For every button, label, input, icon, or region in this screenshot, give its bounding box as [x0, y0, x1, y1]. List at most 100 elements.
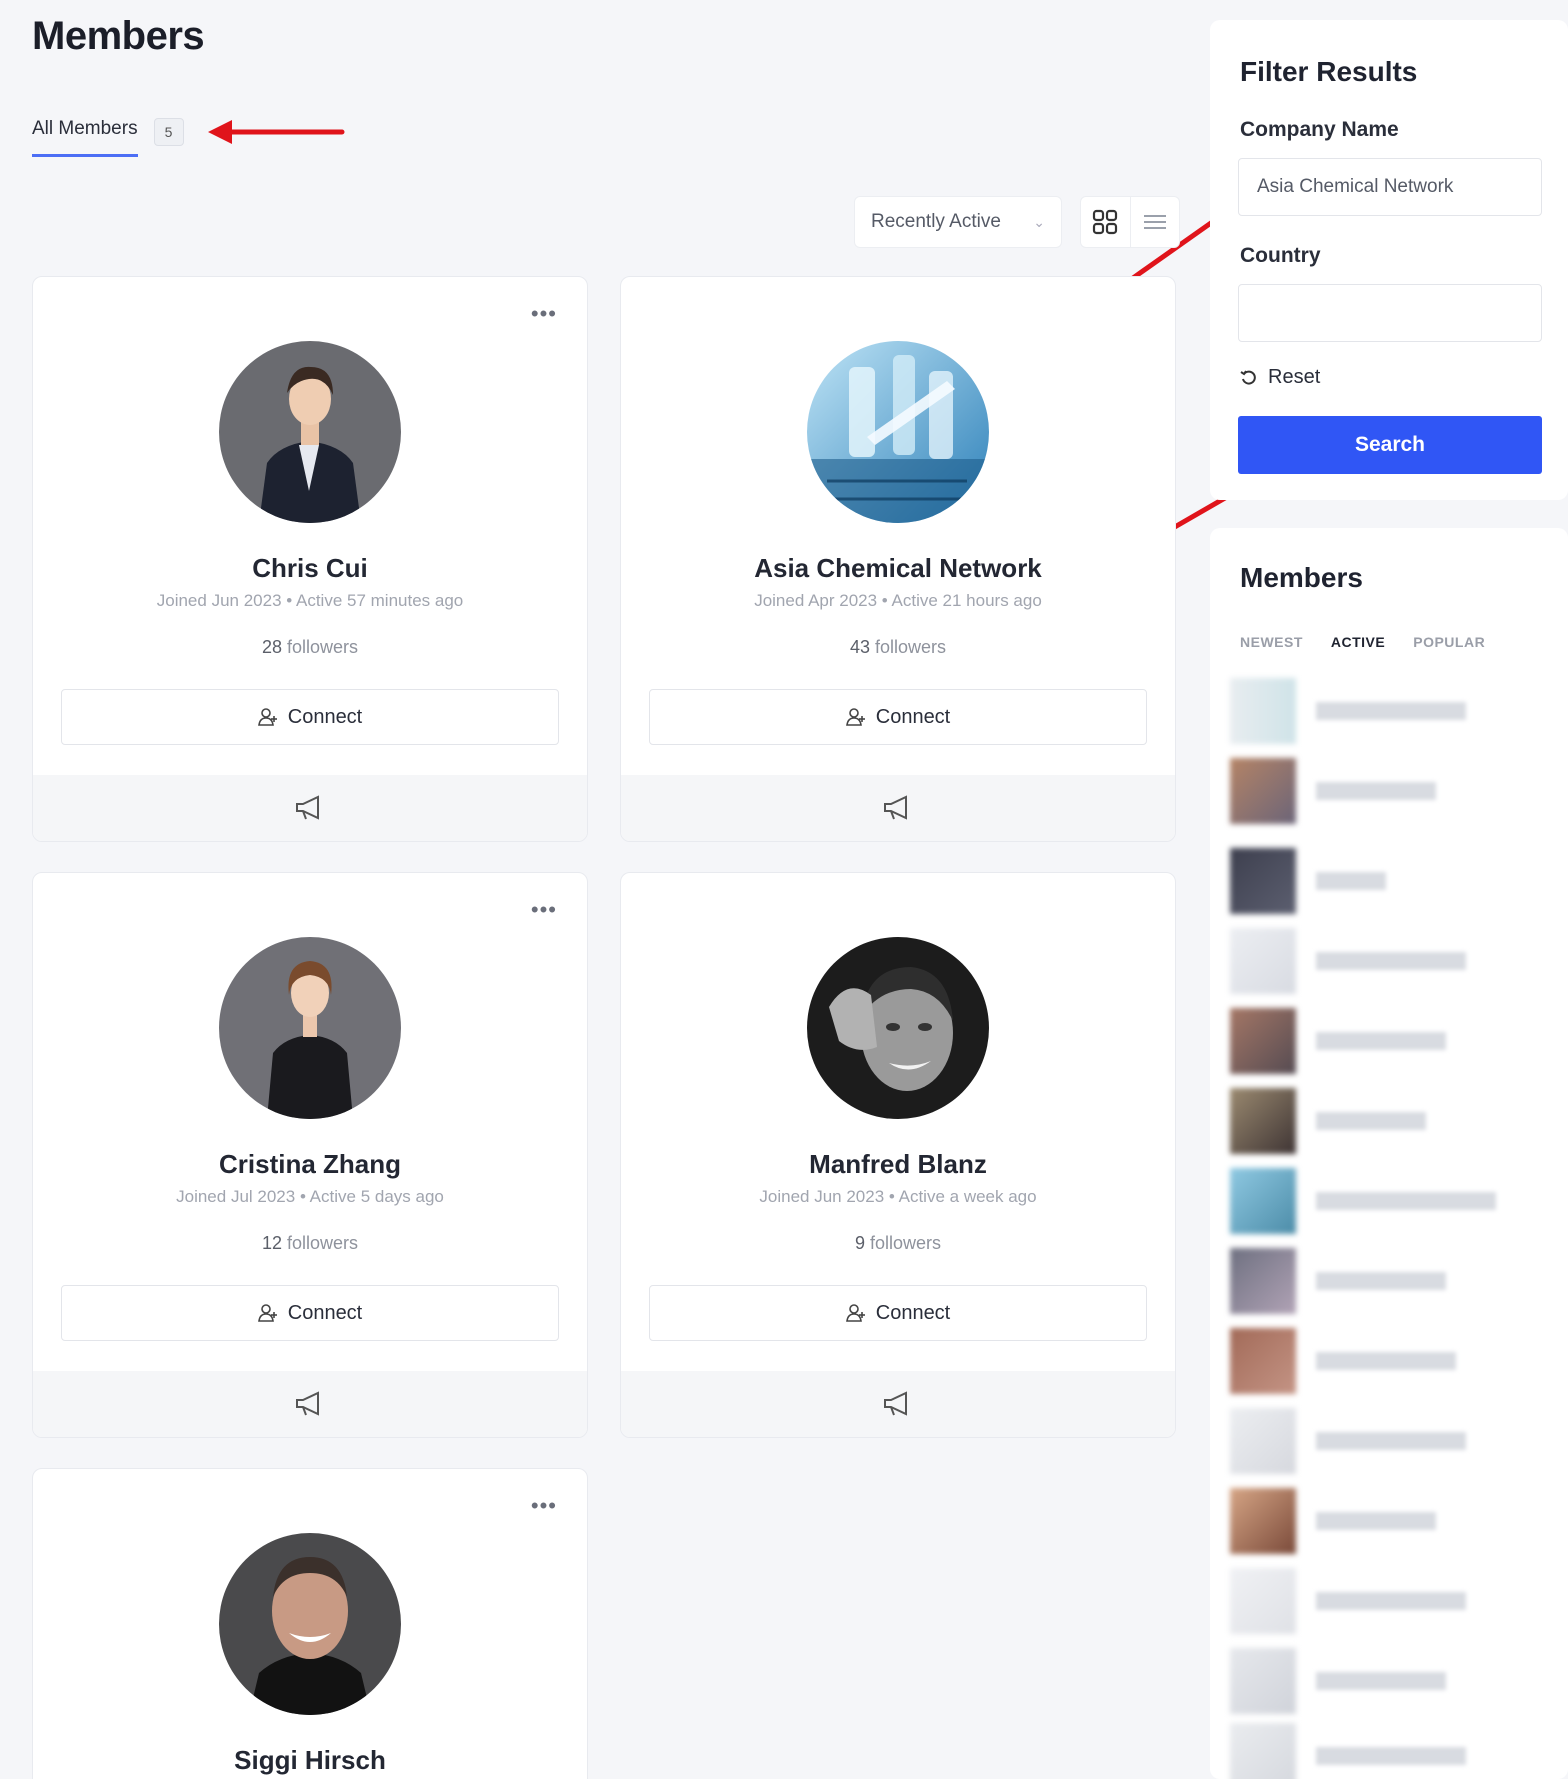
filter-title: Filter Results: [1240, 56, 1418, 87]
member-count-badge: 5: [153, 117, 184, 146]
list-item[interactable]: [1230, 1648, 1446, 1714]
annotation-arrow-count: [208, 120, 345, 144]
chevron-down-icon: ⌄: [1033, 213, 1045, 230]
blurred-text: [1316, 782, 1436, 800]
list-item[interactable]: [1230, 1328, 1456, 1394]
search-button[interactable]: Search: [1238, 416, 1542, 474]
blurred-text: [1316, 1112, 1426, 1130]
more-options-icon[interactable]: •••: [531, 1493, 557, 1519]
avatar: [1230, 1168, 1296, 1234]
connect-button[interactable]: Connect: [649, 1285, 1147, 1341]
megaphone-icon[interactable]: [882, 1390, 914, 1418]
list-item[interactable]: [1230, 1723, 1466, 1779]
member-card: Manfred Blanz Joined Jun 2023 • Active a…: [620, 872, 1176, 1438]
avatar: [1230, 1408, 1296, 1474]
country-input[interactable]: [1238, 284, 1542, 342]
member-name[interactable]: Chris Cui: [33, 553, 587, 584]
member-meta: Joined Apr 2023 • Active 21 hours ago: [754, 591, 1042, 610]
avatar[interactable]: [807, 937, 989, 1119]
list-item[interactable]: [1230, 928, 1466, 994]
member-followers: 9 followers: [621, 1233, 1175, 1254]
followers-count: 9: [854, 1233, 865, 1253]
list-item[interactable]: [1230, 1568, 1466, 1634]
member-meta: Joined Jun 2023 • Active a week ago: [759, 1187, 1037, 1206]
list-item[interactable]: [1230, 1088, 1426, 1154]
connect-label: Connect: [875, 705, 951, 728]
connect-button[interactable]: Connect: [649, 689, 1147, 745]
megaphone-icon[interactable]: [294, 794, 326, 822]
list-item[interactable]: [1230, 678, 1466, 744]
followers-label: followers: [870, 1233, 942, 1253]
company-name-input[interactable]: [1238, 158, 1542, 216]
avatar[interactable]: [219, 341, 401, 523]
avatar: [1230, 928, 1296, 994]
blurred-text: [1316, 1192, 1496, 1210]
sort-select[interactable]: Recently Active ⌄: [854, 196, 1062, 248]
blurred-text: [1316, 1432, 1466, 1450]
avatar: [1230, 1088, 1296, 1154]
blurred-text: [1316, 1272, 1446, 1290]
member-name[interactable]: Siggi Hirsch: [33, 1745, 587, 1776]
blurred-text: [1316, 1592, 1466, 1610]
avatar[interactable]: [219, 937, 401, 1119]
megaphone-icon[interactable]: [882, 794, 914, 822]
member-name[interactable]: Manfred Blanz: [621, 1149, 1175, 1180]
list-item[interactable]: [1230, 1488, 1436, 1554]
avatar: [1230, 1008, 1296, 1074]
card-footer: [33, 1371, 587, 1437]
member-meta: Joined Jul 2023 • Active 5 days ago: [176, 1187, 444, 1206]
member-card: ••• Chris Cui Joined Jun 2023 • Active 5…: [32, 276, 588, 842]
list-item[interactable]: [1230, 1248, 1446, 1314]
tab-all-members[interactable]: All Members: [32, 118, 138, 157]
tab-newest[interactable]: NEWEST: [1240, 634, 1303, 650]
followers-label: followers: [287, 1233, 359, 1253]
blurred-text: [1316, 872, 1386, 890]
reset-label: Reset: [1268, 366, 1321, 388]
connect-label: Connect: [875, 1301, 951, 1324]
followers-count: 28: [261, 637, 282, 657]
member-name[interactable]: Cristina Zhang: [33, 1149, 587, 1180]
reset-link[interactable]: Reset: [1240, 366, 1320, 389]
member-card: ••• Cristina Zhang Joined Jul 2023 • Act…: [32, 872, 588, 1438]
avatar: [1230, 1248, 1296, 1314]
avatar[interactable]: [807, 341, 989, 523]
followers-count: 43: [849, 637, 870, 657]
member-name[interactable]: Asia Chemical Network: [621, 553, 1175, 584]
avatar: [1230, 1648, 1296, 1714]
list-item[interactable]: [1230, 1408, 1466, 1474]
connect-button[interactable]: Connect: [61, 1285, 559, 1341]
blurred-text: [1316, 1672, 1446, 1690]
list-item[interactable]: [1230, 1008, 1446, 1074]
avatar[interactable]: [219, 1533, 401, 1715]
list-item[interactable]: [1230, 758, 1436, 824]
megaphone-icon[interactable]: [294, 1390, 326, 1418]
user-add-icon: [257, 1304, 277, 1322]
reset-icon: [1240, 369, 1256, 385]
followers-label: followers: [875, 637, 947, 657]
list-view-button[interactable]: [1129, 197, 1180, 247]
page-title: Members: [32, 14, 205, 58]
member-followers: 28 followers: [33, 637, 587, 658]
grid-icon: [1093, 209, 1118, 235]
grid-view-button[interactable]: [1081, 197, 1130, 247]
avatar: [1230, 1568, 1296, 1634]
blurred-text: [1316, 952, 1466, 970]
country-label: Country: [1240, 244, 1321, 267]
avatar: [1230, 678, 1296, 744]
members-widget-title: Members: [1240, 562, 1363, 593]
company-name-label: Company Name: [1240, 118, 1399, 141]
connect-button[interactable]: Connect: [61, 689, 559, 745]
more-options-icon[interactable]: •••: [531, 301, 557, 327]
user-add-icon: [845, 1304, 865, 1322]
list-item[interactable]: [1230, 848, 1386, 914]
tab-popular[interactable]: POPULAR: [1413, 634, 1485, 650]
avatar: [1230, 1723, 1296, 1779]
blurred-text: [1316, 702, 1466, 720]
member-followers: 12 followers: [33, 1233, 587, 1254]
members-widget: Members NEWEST ACTIVE POPULAR: [1210, 528, 1568, 1779]
list-item[interactable]: [1230, 1168, 1496, 1234]
tab-active[interactable]: ACTIVE: [1331, 634, 1385, 650]
avatar: [1230, 1488, 1296, 1554]
more-options-icon[interactable]: •••: [531, 897, 557, 923]
user-add-icon: [845, 708, 865, 726]
